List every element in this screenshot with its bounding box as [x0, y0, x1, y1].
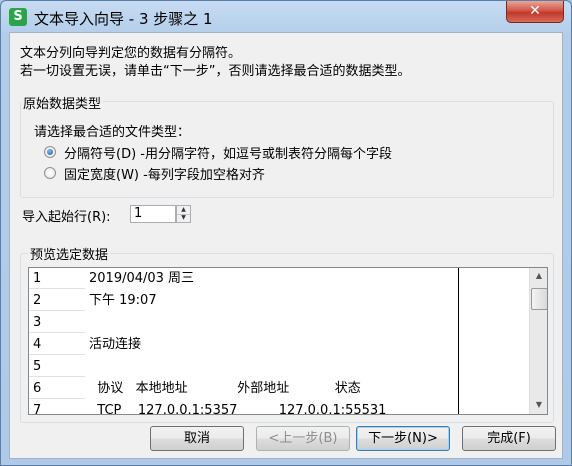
radio-delimited-label[interactable]: 分隔符号(D) -用分隔字符，如逗号或制表符分隔每个字段	[64, 143, 392, 162]
next-button[interactable]: 下一步(N)>	[356, 426, 450, 451]
scroll-thumb[interactable]	[531, 288, 547, 310]
intro-line-2: 若一切设置无误，请单击“下一步”，否则请选择最合适的数据类型。	[20, 64, 411, 79]
radio-delimited[interactable]	[44, 146, 56, 158]
table-row: 5	[29, 356, 529, 378]
radio-fixed-width[interactable]	[44, 167, 56, 179]
row-text: TCP 127.0.0.1:5357 127.0.0.1:55531	[89, 403, 387, 415]
row-number: 5	[29, 356, 85, 377]
table-row: 3	[29, 312, 529, 334]
row-text: 活动连接	[89, 337, 142, 352]
row-text: 协议 本地地址 外部地址 状态	[89, 381, 361, 396]
cancel-button[interactable]: 取消	[150, 426, 244, 451]
table-row: 1 2019/04/03 周三	[29, 268, 529, 290]
close-button[interactable]: ✕	[506, 1, 564, 23]
import-wizard-window: S 文本导入向导 - 3 步骤之 1 ✕ 文本分列向导判定您的数据有分隔符。 若…	[0, 0, 572, 466]
column-break-line[interactable]	[458, 268, 459, 414]
back-button[interactable]: <上一步(B)	[256, 426, 350, 451]
preview-scrollbar[interactable]: ▲ ▼	[529, 268, 547, 414]
row-number: 2	[29, 290, 85, 311]
table-row: 7 TCP 127.0.0.1:5357 127.0.0.1:55531	[29, 400, 529, 415]
preview-label: 预览选定数据	[28, 244, 111, 263]
start-row-input[interactable]: 1	[130, 205, 176, 223]
app-icon: S	[9, 8, 27, 26]
radio-fixed-width-label[interactable]: 固定宽度(W) -每列字段加空格对齐	[64, 164, 265, 183]
spin-down-icon[interactable]: ▼	[177, 214, 190, 222]
row-number: 1	[29, 268, 85, 289]
scroll-up-icon[interactable]: ▲	[531, 268, 547, 284]
intro-line-1: 文本分列向导判定您的数据有分隔符。	[20, 46, 242, 61]
row-number: 3	[29, 312, 85, 333]
original-type-label: 原始数据类型	[21, 93, 104, 112]
table-row: 2 下午 19:07	[29, 290, 529, 312]
table-row: 6 协议 本地地址 外部地址 状态	[29, 378, 529, 400]
window-title: 文本导入向导 - 3 步骤之 1	[34, 10, 213, 28]
start-row-spinner: ▲ ▼	[176, 205, 191, 223]
scroll-down-icon[interactable]: ▼	[531, 397, 547, 413]
row-number: 6	[29, 378, 85, 399]
table-row: 4 活动连接	[29, 334, 529, 356]
preview-pane[interactable]: 1 2019/04/03 周三 2 下午 19:07 3 4 活动连接 5 6	[28, 267, 548, 415]
finish-button[interactable]: 完成(F)	[462, 426, 556, 451]
start-row-label: 导入起始行(R):	[22, 210, 111, 225]
title-bar[interactable]: S 文本导入向导 - 3 步骤之 1 ✕	[1, 1, 571, 31]
dialog-body: 文本分列向导判定您的数据有分隔符。 若一切设置无误，请单击“下一步”，否则请选择…	[9, 32, 563, 459]
row-text: 2019/04/03 周三	[89, 271, 195, 286]
close-icon: ✕	[529, 3, 541, 19]
row-text: 下午 19:07	[89, 293, 157, 308]
file-type-prompt: 请选择最合适的文件类型：	[34, 125, 191, 140]
row-number: 4	[29, 334, 85, 355]
row-number: 7	[29, 400, 85, 414]
